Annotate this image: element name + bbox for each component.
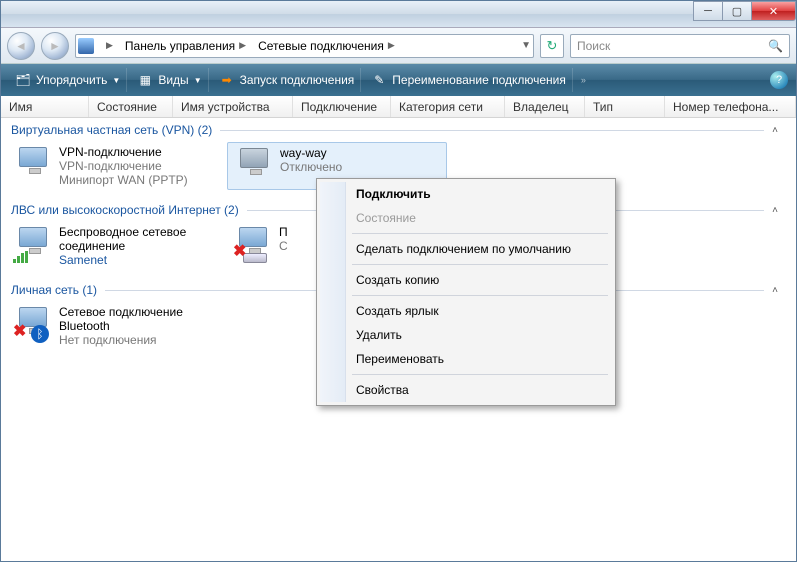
col-owner[interactable]: Владелец [505,96,585,117]
modem-icon [243,253,267,263]
window-controls: ─ ▢ ✕ [694,1,796,21]
connection-item-bluetooth[interactable]: ✖ ᛒ Сетевое подключение Bluetooth Нет по… [7,302,227,350]
context-menu-separator [352,295,608,296]
disconnected-icon: ✖ [13,321,26,341]
context-menu-separator [352,264,608,265]
connection-icon: ✖ [233,225,273,263]
rename-connection-button[interactable]: ✎ Переименование подключения [365,68,573,92]
back-button[interactable]: ◄ [7,32,35,60]
search-placeholder: Поиск [577,39,610,53]
context-menu-separator [352,233,608,234]
connection-subtitle: Минипорт WAN (PPTP) [59,173,188,187]
ctx-create-copy[interactable]: Создать копию [320,268,612,292]
group-personal-label: Личная сеть (1) [11,283,97,297]
group-divider [220,130,764,131]
col-name[interactable]: Имя [1,96,89,117]
ctx-make-default[interactable]: Сделать подключением по умолчанию [320,237,612,261]
connection-subtitle: VPN-подключение [59,159,188,173]
chevron-up-icon[interactable]: ˄ [772,285,778,296]
organize-button[interactable]: 🗂 Упорядочить ▼ [9,68,127,92]
connection-icon [234,146,274,184]
rename-connection-label: Переименование подключения [392,73,566,87]
context-menu-separator [352,374,608,375]
start-connection-button[interactable]: ➡ Запуск подключения [213,68,362,92]
connection-title: way-way [280,146,342,160]
col-connection[interactable]: Подключение [293,96,391,117]
views-button[interactable]: ▦ Виды ▼ [131,68,208,92]
ctx-properties[interactable]: Свойства [320,378,612,402]
address-dropdown-icon[interactable]: ▼ [521,40,531,51]
col-type[interactable]: Тип [585,96,665,117]
group-lan-label: ЛВС или высокоскоростной Интернет (2) [11,203,239,217]
refresh-button[interactable]: ↻ [540,34,564,58]
forward-button[interactable]: ► [41,32,69,60]
organize-label: Упорядочить [36,73,107,87]
col-status[interactable]: Состояние [89,96,173,117]
content-area: Виртуальная частная сеть (VPN) (2) ˄ VPN… [1,118,796,561]
connection-network-name: Samenet [59,253,221,267]
maximize-button[interactable]: ▢ [722,1,752,21]
chevron-up-icon[interactable]: ˄ [772,125,778,136]
column-headers: Имя Состояние Имя устройства Подключение… [1,96,796,118]
ctx-status: Состояние [320,206,612,230]
rename-icon: ✎ [371,72,387,88]
ctx-create-shortcut[interactable]: Создать ярлык [320,299,612,323]
chevron-up-icon[interactable]: ˄ [772,205,778,216]
disconnected-icon: ✖ [233,241,246,261]
connection-title: П [279,225,288,239]
wifi-signal-icon [13,251,29,263]
connection-icon [13,225,53,263]
help-button[interactable]: ? [770,71,788,89]
ctx-delete[interactable]: Удалить [320,323,612,347]
views-icon: ▦ [137,72,153,88]
start-connection-label: Запуск подключения [240,73,355,87]
minimize-button[interactable]: ─ [693,1,723,21]
ctx-connect[interactable]: Подключить [320,182,612,206]
search-icon: 🔍 [768,39,783,53]
chevron-down-icon: ▼ [112,76,120,85]
refresh-icon: ↻ [547,38,558,54]
connection-title: Сетевое подключение Bluetooth [59,305,221,333]
explorer-window: ─ ▢ ✕ ◄ ► ▶ Панель управления▶ Сетевые п… [0,0,797,562]
connection-icon: ✖ ᛒ [13,305,53,343]
toolbar-overflow-icon[interactable]: » [577,75,590,85]
connection-title: Беспроводное сетевое соединение [59,225,221,253]
nav-row: ◄ ► ▶ Панель управления▶ Сетевые подключ… [1,28,796,64]
search-input[interactable]: Поиск 🔍 [570,34,790,58]
col-network-category[interactable]: Категория сети [391,96,505,117]
connection-item-vpn1[interactable]: VPN-подключение VPN-подключение Минипорт… [7,142,227,190]
group-vpn-label: Виртуальная частная сеть (VPN) (2) [11,123,212,137]
breadcrumb-root[interactable]: ▶ [98,36,117,56]
organize-icon: 🗂 [15,72,31,88]
col-device-name[interactable]: Имя устройства [173,96,293,117]
group-header-vpn[interactable]: Виртуальная частная сеть (VPN) (2) ˄ [1,118,796,140]
connection-item-wifi[interactable]: Беспроводное сетевое соединение Samenet [7,222,227,270]
command-bar: 🗂 Упорядочить ▼ ▦ Виды ▼ ➡ Запуск подклю… [1,64,796,96]
connection-subtitle: Отключено [280,160,342,174]
connection-subtitle: Нет подключения [59,333,221,347]
arrow-right-icon: ➡ [219,72,235,88]
address-bar[interactable]: ▶ Панель управления▶ Сетевые подключения… [75,34,534,58]
views-label: Виды [158,73,188,87]
breadcrumb-label: Панель управления [125,39,235,53]
bluetooth-icon: ᛒ [31,325,49,343]
context-menu: Подключить Состояние Сделать подключение… [316,178,616,406]
ctx-rename[interactable]: Переименовать [320,347,612,371]
breadcrumb-label: Сетевые подключения [258,39,384,53]
control-panel-icon [78,38,94,54]
titlebar: ─ ▢ ✕ [1,1,796,28]
connection-subtitle: С [279,239,288,253]
connection-icon [13,145,53,183]
chevron-down-icon: ▼ [194,76,202,85]
close-button[interactable]: ✕ [751,1,796,21]
connection-title: VPN-подключение [59,145,188,159]
breadcrumb-network-connections[interactable]: Сетевые подключения▶ [254,36,399,56]
breadcrumb-control-panel[interactable]: Панель управления▶ [121,36,250,56]
col-phone-number[interactable]: Номер телефона... [665,96,796,117]
